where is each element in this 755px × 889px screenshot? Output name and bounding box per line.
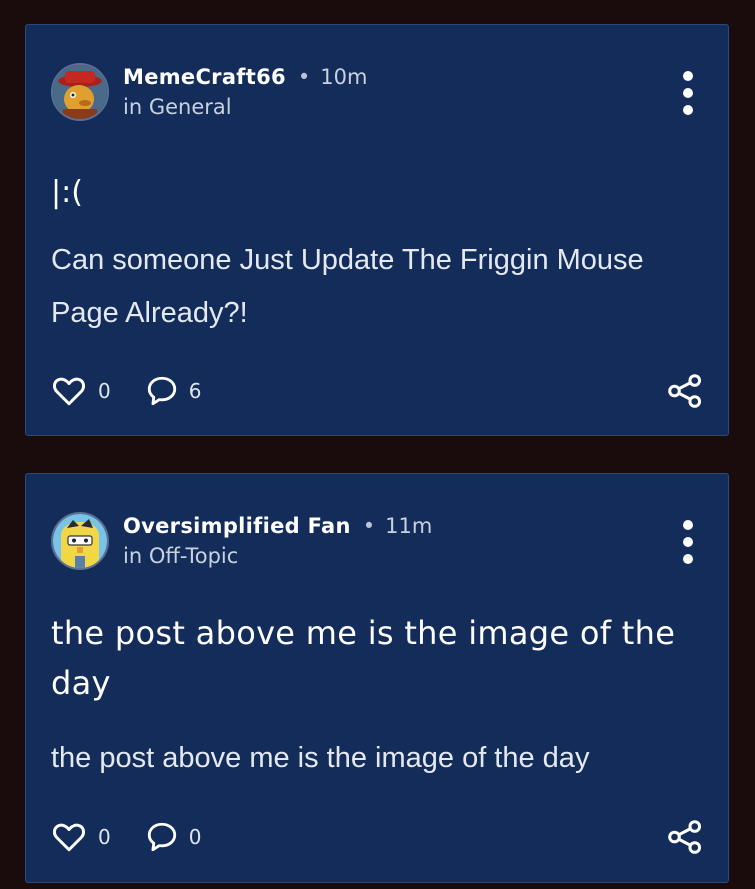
comment-bubble-icon <box>147 376 176 406</box>
comment-bubble-icon <box>147 822 176 852</box>
yellow-cartoon-character-icon <box>53 514 107 568</box>
post-title[interactable]: |:( <box>51 175 83 210</box>
post-title[interactable]: the post above me is the image of the da… <box>51 608 691 708</box>
post-meta: MemeCraft66 • 10m in General <box>123 65 367 119</box>
post-category[interactable]: in General <box>123 95 367 119</box>
comment-button[interactable]: 0 <box>145 819 202 855</box>
post-actions: 0 6 <box>50 373 201 409</box>
comment-count: 6 <box>188 379 202 403</box>
like-button[interactable]: 0 <box>50 373 111 409</box>
heart-icon <box>53 377 85 406</box>
author-avatar[interactable] <box>51 63 109 121</box>
post-feed: MemeCraft66 • 10m in General |:( Can som… <box>0 0 755 889</box>
author-name[interactable]: MemeCraft66 <box>123 65 286 89</box>
post-actions: 0 0 <box>50 819 201 855</box>
author-name[interactable]: Oversimplified Fan <box>123 514 351 538</box>
share-icon[interactable] <box>666 373 704 409</box>
share-icon[interactable] <box>666 819 704 855</box>
post-card[interactable]: MemeCraft66 • 10m in General |:( Can som… <box>25 24 729 436</box>
post-body[interactable]: the post above me is the image of the da… <box>51 732 711 785</box>
separator-dot: • <box>297 65 311 89</box>
heart-icon <box>53 823 85 852</box>
comment-count: 0 <box>188 825 202 849</box>
post-time: 11m <box>385 514 433 538</box>
post-meta: Oversimplified Fan • 11m in Off-Topic <box>123 514 432 568</box>
separator-dot: • <box>362 514 376 538</box>
red-hat-character-icon <box>53 65 107 119</box>
like-count: 0 <box>98 825 111 849</box>
like-button[interactable]: 0 <box>50 819 111 855</box>
post-card[interactable]: Oversimplified Fan • 11m in Off-Topic th… <box>25 473 729 883</box>
more-vertical-icon[interactable] <box>682 71 694 115</box>
post-time: 10m <box>320 65 368 89</box>
more-vertical-icon[interactable] <box>682 520 694 564</box>
author-avatar[interactable] <box>51 512 109 570</box>
post-category[interactable]: in Off-Topic <box>123 544 432 568</box>
like-count: 0 <box>98 379 111 403</box>
post-body[interactable]: Can someone Just Update The Friggin Mous… <box>51 234 671 340</box>
comment-button[interactable]: 6 <box>145 373 202 409</box>
